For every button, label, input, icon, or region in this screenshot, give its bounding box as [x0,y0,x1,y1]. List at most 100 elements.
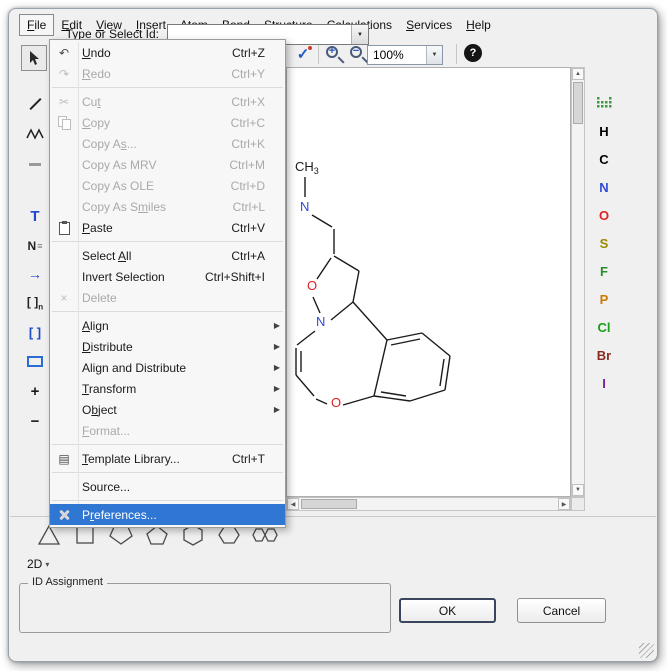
vertical-scroll-thumb[interactable] [573,82,583,124]
zigzag-icon [26,128,44,140]
id-dropdown-button[interactable]: ▼ [351,25,368,44]
atom-label-icon: N [28,239,37,253]
element-s-button[interactable]: S [589,229,619,257]
element-n-button[interactable]: N [589,173,619,201]
preferences-icon [58,509,70,521]
drawing-canvas[interactable]: CH3NONO [286,67,571,497]
element-br-button[interactable]: Br [589,341,619,369]
zoom-in-button[interactable]: + [324,44,346,66]
menu-item-redo[interactable]: ↷RedoCtrl+Y [50,63,285,84]
increase-charge-button[interactable]: + [21,378,49,404]
decrease-charge-button[interactable]: − [21,408,49,434]
down-arrow-icon: ▼ [575,487,581,493]
id-assignment-group: ID Assignment [19,583,391,633]
periodic-table-button[interactable] [597,89,612,117]
right-arrow-icon: ▶ [562,501,567,508]
element-f-button[interactable]: F [589,257,619,285]
structure-check-button[interactable]: ✓ [292,43,314,65]
cut-icon: ✂ [50,95,78,109]
text-tool-button[interactable]: T [21,203,49,229]
menu-item-align-and-distribute[interactable]: Align and Distribute▶ [50,357,285,378]
bond-tool-button[interactable] [21,91,49,117]
rectangle-icon [27,356,43,367]
menu-separator [52,311,283,312]
zoom-dropdown-button[interactable]: ▼ [426,46,442,64]
menu-separator [52,241,283,242]
line-icon [29,98,41,110]
menu-help[interactable]: Help [459,15,498,35]
menu-item-delete[interactable]: ×Delete [50,287,285,308]
scroll-left-button[interactable]: ◀ [287,498,299,510]
arrow-icon: → [28,266,42,282]
scroll-down-button[interactable]: ▼ [572,484,584,496]
ok-button[interactable]: OK [399,598,496,623]
canvas-horizontal-scrollbar[interactable]: ◀ ▶ [286,497,571,511]
element-cl-button[interactable]: Cl [589,313,619,341]
help-button[interactable]: ? [464,44,482,62]
menu-item-copy[interactable]: CopyCtrl+C [50,112,285,133]
chain-tool-button[interactable] [21,121,49,147]
select-tool-button[interactable] [21,45,47,71]
menu-item-copy-as[interactable]: Copy As...Ctrl+K [50,133,285,154]
resize-grip[interactable] [639,643,654,658]
periodic-table-icon [597,97,612,109]
delete-icon: × [50,291,78,305]
menu-item-source[interactable]: Source... [50,476,285,497]
single-bond-tool-button[interactable] [21,151,49,177]
view-mode-button[interactable]: 2D ▾ [27,557,49,571]
chevron-down-icon: ▾ [45,560,49,569]
bracket-tool-button[interactable]: [ ] [21,319,49,345]
menu-item-select-all[interactable]: Select AllCtrl+A [50,245,285,266]
minus-sign: − [350,46,362,58]
paste-icon [59,222,70,235]
repeat-bracket-icon: [ ]n [27,295,43,311]
menu-item-undo[interactable]: ↶UndoCtrl+Z [50,42,285,63]
element-c-button[interactable]: C [589,145,619,173]
element-toolbar: HCNOSFPClBrI [589,89,619,397]
svg-text:O: O [307,278,317,293]
scroll-right-button[interactable]: ▶ [558,498,570,510]
element-o-button[interactable]: O [589,201,619,229]
menu-item-template-library[interactable]: ▤Template Library...Ctrl+T [50,448,285,469]
element-bar-list: HCNOSFPClBrI [589,117,619,397]
menu-item-invert-selection[interactable]: Invert SelectionCtrl+Shift+I [50,266,285,287]
reaction-arrow-tool-button[interactable]: → [21,261,49,287]
canvas-vertical-scrollbar[interactable]: ▲ ▼ [571,67,585,497]
rectangle-tool-button[interactable] [21,348,49,374]
menu-item-format[interactable]: Format... [50,420,285,441]
menu-item-copy-as-smiles[interactable]: Copy As SmilesCtrl+L [50,196,285,217]
dash-icon [29,163,41,166]
chevron-down-icon: ▼ [357,32,363,38]
view-mode-label: 2D [27,557,42,571]
atom-label-tool-button[interactable]: N≡ [21,233,49,259]
horizontal-scroll-thumb[interactable] [301,499,357,509]
cursor-icon [25,49,43,67]
menu-item-copy-as-mrv[interactable]: Copy As MRVCtrl+M [50,154,285,175]
up-arrow-icon: ▲ [575,71,581,77]
menu-item-preferences[interactable]: Preferences... [50,504,285,525]
element-p-button[interactable]: P [589,285,619,313]
id-assignment-title: ID Assignment [28,576,107,588]
element-i-button[interactable]: I [589,369,619,397]
menu-item-distribute[interactable]: Distribute▶ [50,336,285,357]
menu-item-paste[interactable]: PasteCtrl+V [50,217,285,238]
menu-item-cut[interactable]: ✂CutCtrl+X [50,91,285,112]
menu-item-transform[interactable]: Transform▶ [50,378,285,399]
menu-separator [52,87,283,88]
menu-item-object[interactable]: Object▶ [50,399,285,420]
submenu-arrow-icon: ▶ [274,405,280,414]
menu-services[interactable]: Services [399,15,459,35]
submenu-arrow-icon: ▶ [274,363,280,372]
help-icon: ? [470,47,477,59]
scrollbar-corner [571,497,585,511]
scroll-up-button[interactable]: ▲ [572,68,584,80]
menu-item-align[interactable]: Align▶ [50,315,285,336]
zoom-level-select[interactable]: 100% ▼ [367,45,443,65]
svg-text:O: O [331,395,341,410]
redo-icon: ↷ [50,67,78,81]
element-h-button[interactable]: H [589,117,619,145]
text-tool-icon: T [30,208,39,225]
menu-item-copy-as-ole[interactable]: Copy As OLECtrl+D [50,175,285,196]
repeat-group-tool-button[interactable]: [ ]n [21,290,49,316]
cancel-button[interactable]: Cancel [517,598,606,623]
